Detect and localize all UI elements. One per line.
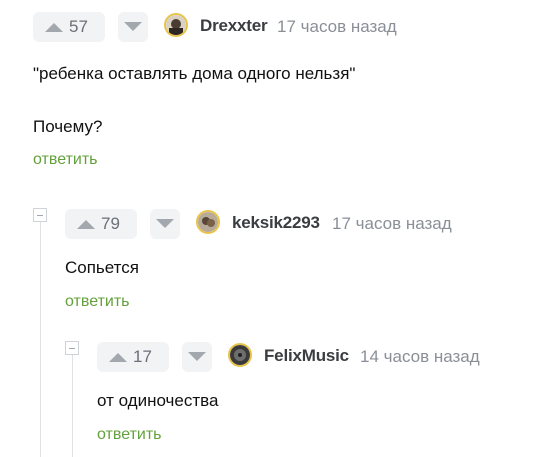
thread-line-level-2	[72, 355, 73, 457]
avatar[interactable]	[164, 13, 188, 37]
reply-link[interactable]: ответить	[33, 151, 523, 169]
upvote-icon[interactable]	[77, 219, 95, 229]
vote-count: 79	[101, 214, 120, 233]
vote-counter: 57	[33, 12, 105, 42]
downvote-button[interactable]	[182, 342, 212, 372]
comment-time[interactable]: 14 часов назад	[360, 347, 480, 367]
downvote-icon	[188, 352, 206, 361]
downvote-icon	[124, 22, 142, 31]
comment-author[interactable]: FelixMusic	[264, 346, 349, 366]
upvote-icon[interactable]	[45, 22, 63, 32]
thread-line-level-1	[40, 222, 41, 457]
reply-link[interactable]: ответить	[65, 293, 525, 311]
comment-text-line: "ребенка оставлять дома одного нельзя"	[33, 64, 356, 83]
avatar[interactable]	[228, 343, 252, 367]
comment-text-line: от одиночества	[97, 391, 219, 410]
vote-counter: 79	[65, 209, 137, 239]
comment: 79 keksik2293 17 часов назад Сопьется от…	[65, 209, 525, 311]
comment-time[interactable]: 17 часов назад	[332, 214, 452, 234]
vote-count: 57	[69, 17, 88, 36]
comment-text-line: Почему?	[33, 117, 103, 136]
collapse-thread-icon[interactable]	[33, 208, 47, 222]
downvote-button[interactable]	[150, 209, 180, 239]
downvote-icon	[156, 219, 174, 228]
comment-author[interactable]: Drexxter	[200, 16, 268, 36]
collapse-thread-icon[interactable]	[65, 341, 79, 355]
comment-author[interactable]: keksik2293	[232, 213, 320, 233]
comment-header: 57 Drexxter 17 часов назад	[33, 12, 523, 42]
comment-text-line: Сопьется	[65, 258, 139, 277]
comment-time[interactable]: 17 часов назад	[277, 17, 397, 37]
vote-counter: 17	[97, 342, 169, 372]
reply-link[interactable]: ответить	[97, 426, 527, 444]
avatar[interactable]	[196, 210, 220, 234]
vote-count: 17	[133, 347, 152, 366]
comment-header: 17 FelixMusic 14 часов назад	[97, 342, 527, 372]
comment-header: 79 keksik2293 17 часов назад	[65, 209, 525, 239]
upvote-icon[interactable]	[109, 352, 127, 362]
comment: 17 FelixMusic 14 часов назад от одиночес…	[97, 342, 527, 444]
comment: 57 Drexxter 17 часов назад "ребенка оста…	[33, 12, 523, 169]
downvote-button[interactable]	[118, 12, 148, 42]
